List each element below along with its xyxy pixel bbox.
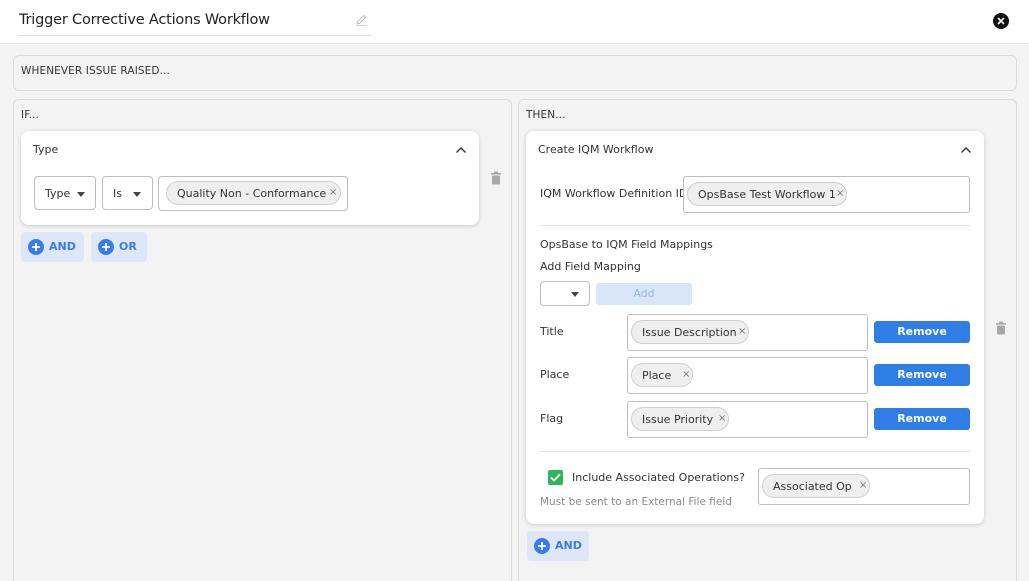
add-button-label: Add (633, 287, 655, 300)
mapping-label-title: Title (540, 325, 564, 338)
add-mapping-button[interactable]: Add (596, 283, 692, 305)
definition-id-label: IQM Workflow Definition ID (540, 187, 688, 200)
action-title: Create IQM Workflow (538, 143, 654, 156)
remove-chip-icon[interactable]: × (682, 369, 690, 380)
include-operations-checkbox[interactable] (548, 470, 563, 485)
plus-circle-icon (534, 538, 550, 554)
title-field[interactable]: Trigger Corrective Actions Workflow (18, 8, 371, 36)
remove-chip-icon[interactable]: × (836, 188, 844, 199)
value-chip-label: Quality Non - Conformance (177, 187, 327, 200)
add-or-condition-button[interactable]: OR (91, 232, 147, 262)
mapping-field-select[interactable] (540, 281, 590, 306)
divider (539, 451, 970, 452)
caret-down-icon (571, 292, 579, 297)
checkmark-icon (550, 473, 561, 482)
chevron-up-icon[interactable] (960, 146, 972, 154)
associated-ops-input[interactable]: Associated Op × (758, 468, 970, 505)
and-label: AND (49, 240, 76, 253)
definition-chip[interactable]: OpsBase Test Workflow 1 × (687, 182, 847, 206)
remove-label: Remove (897, 412, 947, 425)
mapping-input-flag[interactable]: Issue Priority × (627, 401, 868, 438)
mapping-chip-label: Issue Priority (642, 413, 714, 426)
mapping-chip-label: Issue Description (642, 326, 737, 339)
condition-card: Type Type Is Quality Non - Conformance × (21, 131, 479, 225)
caret-down-icon (77, 192, 85, 197)
remove-mapping-button-place[interactable]: Remove (874, 364, 970, 386)
associated-chip[interactable]: Associated Op × (762, 474, 870, 498)
remove-chip-icon[interactable]: × (859, 480, 867, 491)
remove-mapping-button-title[interactable]: Remove (874, 321, 970, 343)
include-operations-hint: Must be sent to an External File field (540, 496, 732, 508)
add-and-action-button[interactable]: AND (527, 531, 589, 561)
condition-title: Type (33, 143, 59, 156)
condition-operator-value: Is (113, 187, 122, 200)
trigger-label: WHENEVER ISSUE RAISED... (21, 65, 170, 77)
remove-mapping-button-flag[interactable]: Remove (874, 408, 970, 430)
definition-chip-label: OpsBase Test Workflow 1 (698, 188, 836, 201)
then-label: THEN... (526, 109, 566, 121)
then-panel: THEN... Create IQM Workflow IQM Workflow… (518, 99, 1017, 581)
trash-icon[interactable] (995, 321, 1007, 335)
or-label: OR (119, 240, 137, 253)
condition-operator-select[interactable]: Is (102, 176, 153, 210)
close-icon[interactable] (993, 13, 1009, 29)
mapping-chip[interactable]: Place × (631, 363, 693, 387)
add-and-condition-button[interactable]: AND (21, 232, 84, 262)
remove-chip-icon[interactable]: × (718, 413, 726, 424)
mapping-chip-label: Place (642, 369, 672, 382)
value-chip[interactable]: Quality Non - Conformance × (166, 181, 341, 205)
mapping-input-title[interactable]: Issue Description × (627, 314, 868, 351)
chevron-up-icon[interactable] (455, 146, 467, 154)
mapping-input-place[interactable]: Place × (627, 357, 868, 394)
and-label: AND (555, 539, 582, 552)
definition-id-input[interactable]: OpsBase Test Workflow 1 × (683, 176, 970, 213)
mapping-label-place: Place (540, 368, 570, 381)
add-mapping-label: Add Field Mapping (540, 260, 641, 273)
action-card: Create IQM Workflow IQM Workflow Definit… (526, 131, 984, 524)
mapping-label-flag: Flag (540, 412, 564, 425)
caret-down-icon (133, 192, 141, 197)
edit-pencil-icon[interactable] (355, 13, 369, 27)
remove-label: Remove (897, 325, 947, 338)
trash-icon[interactable] (490, 171, 502, 185)
associated-chip-label: Associated Op (773, 480, 852, 493)
condition-field-select[interactable]: Type (34, 176, 96, 210)
mapping-chip[interactable]: Issue Description × (631, 320, 749, 344)
remove-chip-icon[interactable]: × (329, 187, 337, 198)
plus-circle-icon (98, 239, 114, 255)
workflow-title[interactable]: Trigger Corrective Actions Workflow (19, 12, 270, 28)
mappings-heading: OpsBase to IQM Field Mappings (540, 238, 713, 251)
remove-label: Remove (897, 368, 947, 381)
dialog-header: Trigger Corrective Actions Workflow (0, 0, 1029, 44)
plus-circle-icon (28, 239, 44, 255)
condition-field-value: Type (45, 187, 71, 200)
include-operations-label: Include Associated Operations? (572, 471, 745, 484)
divider (539, 225, 970, 226)
if-label: IF... (21, 109, 39, 121)
mapping-chip[interactable]: Issue Priority × (631, 407, 729, 431)
if-panel: IF... Type Type Is Quality Non - Conform… (13, 99, 512, 581)
remove-chip-icon[interactable]: × (738, 326, 746, 337)
trigger-section: WHENEVER ISSUE RAISED... (13, 55, 1017, 91)
condition-value-input[interactable]: Quality Non - Conformance × (158, 176, 348, 211)
